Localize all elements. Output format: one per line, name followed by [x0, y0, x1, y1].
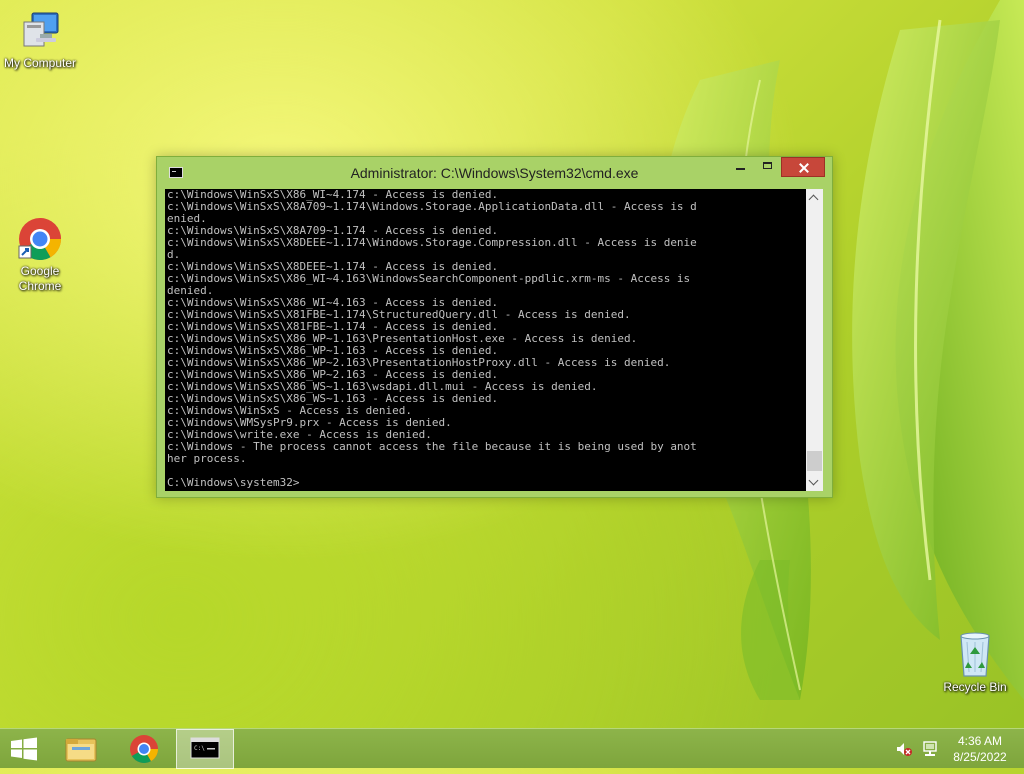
- clock-time: 4:36 AM: [957, 734, 1003, 748]
- scroll-thumb[interactable]: [807, 451, 822, 471]
- desktop-icon-label: Recycle Bin: [943, 680, 1007, 694]
- chrome-icon: [130, 735, 158, 763]
- network-icon[interactable]: [920, 740, 940, 758]
- console-text: c:\Windows\WinSxS\X86_WI~4.174 - Access …: [167, 189, 697, 465]
- maximize-button[interactable]: [755, 157, 781, 177]
- svg-text:C:\: C:\: [194, 745, 205, 752]
- taskbar: C:\ 4:36 AM 8/25/2022: [0, 728, 1024, 769]
- vertical-scrollbar[interactable]: [806, 189, 823, 491]
- scroll-down-arrow-icon[interactable]: [806, 474, 823, 491]
- close-button[interactable]: [781, 157, 825, 177]
- taskbar-cmd[interactable]: C:\: [176, 729, 234, 769]
- taskbar-chrome[interactable]: [120, 729, 168, 769]
- desktop-icon-label: Google Chrome: [18, 264, 62, 293]
- start-button[interactable]: [0, 729, 48, 769]
- chrome-icon: [18, 218, 62, 261]
- taskbar-file-explorer[interactable]: [58, 729, 104, 769]
- minimize-button[interactable]: [727, 157, 753, 177]
- speaker-muted-icon[interactable]: [895, 740, 913, 758]
- command-prompt[interactable]: C:\Windows\system32>: [165, 477, 806, 489]
- scroll-up-arrow-icon[interactable]: [806, 189, 823, 206]
- computer-icon: [23, 12, 59, 47]
- recycle-bin-icon: [960, 632, 990, 677]
- console-output[interactable]: c:\Windows\WinSxS\X86_WI~4.174 - Access …: [165, 189, 806, 491]
- windows-logo-icon: [11, 737, 37, 761]
- desktop-icon-label: My Computer: [3, 56, 77, 70]
- window-titlebar[interactable]: Administrator: C:\Windows\System32\cmd.e…: [157, 157, 832, 188]
- cmd-icon: C:\: [190, 737, 220, 759]
- desktop-icon-google-chrome[interactable]: Google Chrome: [0, 216, 80, 294]
- desktop-icon-my-computer[interactable]: My Computer: [0, 10, 80, 71]
- clock-date: 8/25/2022: [953, 750, 1007, 764]
- desktop-icon-recycle-bin[interactable]: Recycle Bin: [935, 630, 1015, 695]
- system-clock[interactable]: 4:36 AM 8/25/2022: [948, 733, 1012, 765]
- folder-icon: [65, 738, 97, 762]
- cmd-window[interactable]: Administrator: C:\Windows\System32\cmd.e…: [156, 156, 833, 498]
